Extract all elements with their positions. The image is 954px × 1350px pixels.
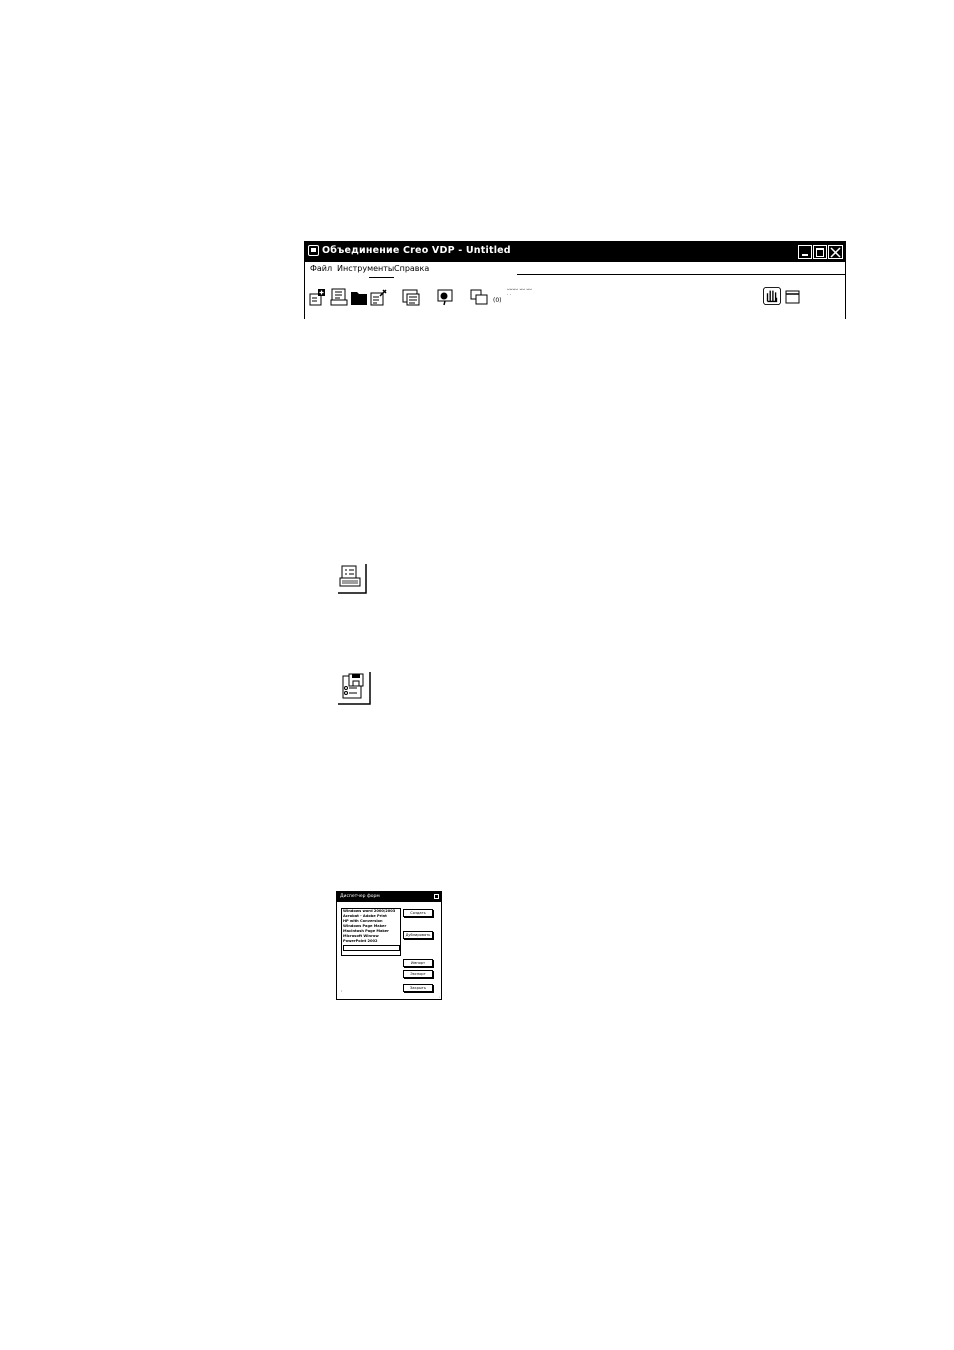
menu-active-underline — [369, 277, 394, 278]
create-button[interactable]: Создать — [403, 909, 433, 917]
forms-icon — [330, 288, 348, 306]
list-item-selected[interactable] — [343, 945, 400, 951]
list-view-icon — [402, 289, 420, 306]
form-save-icon-large — [336, 670, 372, 706]
copy-layers-button[interactable] — [470, 288, 488, 306]
close-dialog-button[interactable]: Закрыть — [403, 984, 433, 992]
menu-file[interactable]: Файл — [310, 264, 332, 273]
close-icon — [830, 247, 841, 258]
footer-mark: r — [341, 989, 343, 993]
add-data-source-icon — [309, 289, 325, 306]
menu-help[interactable]: Справка — [394, 264, 429, 273]
toolbar: (0) ᴗᴗᴗᴗ ᴗᴗ ᴗᴗ · · — [305, 284, 845, 314]
add-data-source-button[interactable] — [309, 288, 327, 306]
folder-icon — [351, 292, 367, 305]
dialog-close-button[interactable] — [434, 894, 439, 899]
forms-list[interactable]: Windows word 2000/2003 Acrobat - Adobe P… — [341, 908, 401, 956]
forms-button[interactable] — [330, 288, 348, 306]
edit-form-button[interactable] — [370, 288, 388, 306]
status-text: ᴗᴗᴗᴗ ᴗᴗ ᴗᴗ · · — [507, 287, 532, 299]
dialog-title: Диспетчер форм — [337, 892, 441, 902]
window-title: Объединение Creo VDP - Untitled — [322, 245, 511, 256]
import-button[interactable]: Импорт — [403, 959, 433, 967]
print-preview-icon — [437, 289, 453, 306]
title-bar: Объединение Creo VDP - Untitled — [305, 242, 845, 262]
window-icon — [785, 290, 800, 304]
status-line-1: ᴗᴗᴗᴗ ᴗᴗ ᴗᴗ — [507, 287, 532, 292]
export-button[interactable]: Экспорт — [403, 970, 433, 978]
edit-form-icon — [370, 289, 387, 306]
forms-icon — [338, 564, 367, 594]
folder-button[interactable] — [350, 288, 368, 306]
form-save-icon — [338, 672, 371, 705]
app-window: Объединение Creo VDP - Untitled Файл Инс… — [304, 241, 846, 319]
forms-icon-large — [336, 562, 368, 594]
copy-layers-icon — [470, 289, 488, 305]
duplicate-button[interactable]: Дублировать — [403, 931, 433, 939]
list-item[interactable]: PowerPoint 2002 — [343, 939, 400, 944]
minimize-button[interactable] — [798, 245, 812, 259]
menu-tools[interactable]: Инструменты — [337, 264, 394, 273]
forms-manager-dialog: Диспетчер форм Windows word 2000/2003 Ac… — [336, 891, 442, 1000]
status-line-2: · · — [507, 293, 512, 298]
app-icon — [308, 245, 319, 256]
hand-tool-icon — [763, 287, 781, 305]
resize-grip[interactable]: ⌟ — [439, 994, 440, 998]
list-view-button[interactable] — [402, 288, 420, 306]
window-button[interactable] — [784, 288, 802, 306]
menu-separator — [517, 274, 845, 275]
record-count: (0) — [493, 297, 502, 304]
maximize-button[interactable] — [813, 245, 827, 259]
close-button[interactable] — [828, 245, 843, 259]
hand-tool-button[interactable] — [763, 287, 783, 307]
print-preview-button[interactable] — [436, 288, 454, 306]
